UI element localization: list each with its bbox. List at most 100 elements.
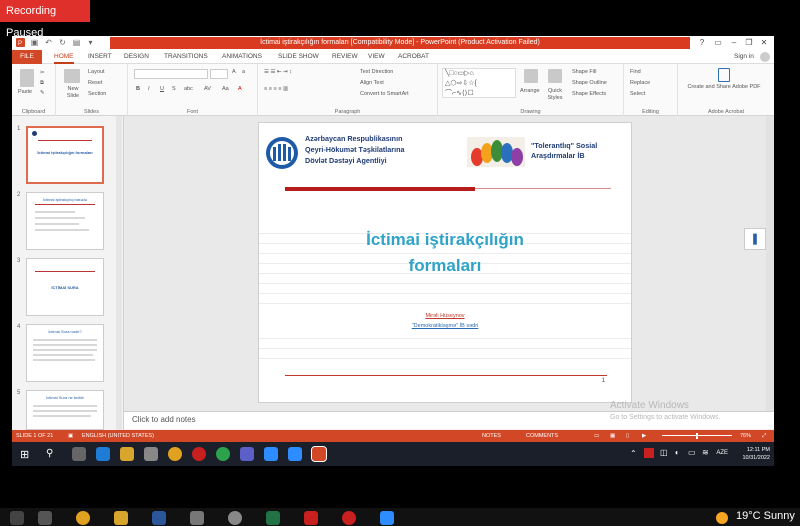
paste-button[interactable]: Paste: [18, 89, 32, 95]
tab-insert[interactable]: INSERT: [88, 50, 112, 64]
shadow-icon[interactable]: S: [172, 86, 176, 92]
host-word-icon[interactable]: [152, 511, 166, 525]
change-case-icon[interactable]: Aa: [222, 86, 229, 92]
tab-slide-show[interactable]: SLIDE SHOW: [278, 50, 319, 64]
host-excel-icon[interactable]: [266, 511, 280, 525]
sign-in-link[interactable]: Sign in: [734, 50, 754, 64]
powerpoint-taskbar-icon[interactable]: [311, 446, 327, 462]
bookmark-icon[interactable]: ❚: [744, 228, 766, 250]
customize-toolbar-icon[interactable]: ▾: [86, 38, 95, 47]
tab-animations[interactable]: ANIMATIONS: [222, 50, 262, 64]
tab-design[interactable]: DESIGN: [124, 50, 149, 64]
help-button[interactable]: ?: [696, 37, 708, 49]
font-name-select[interactable]: [134, 69, 208, 79]
thumbnails-scrollbar[interactable]: [116, 116, 122, 430]
shape-outline-button[interactable]: Shape Outline: [572, 80, 607, 86]
bold-icon[interactable]: B: [136, 86, 140, 92]
notes-button[interactable]: NOTES: [482, 430, 501, 442]
grow-font-icon[interactable]: A: [232, 69, 236, 75]
canvas-scrollbar[interactable]: [766, 116, 774, 411]
spell-check-icon[interactable]: ▣: [68, 430, 73, 442]
tab-transitions[interactable]: TRANSITIONS: [164, 50, 208, 64]
tray-volume-icon[interactable]: ◖: [674, 448, 679, 457]
tray-battery-icon[interactable]: ▭: [688, 448, 696, 457]
host-start-icon[interactable]: [10, 511, 24, 525]
reading-view-icon[interactable]: ▯: [626, 430, 629, 442]
avatar[interactable]: [760, 52, 770, 62]
host-task-view-icon[interactable]: [38, 511, 52, 525]
language-indicator[interactable]: AZE: [716, 450, 728, 456]
underline-icon[interactable]: U: [160, 86, 164, 92]
convert-smartart-button[interactable]: Convert to SmartArt: [360, 91, 409, 97]
comments-button[interactable]: COMMENTS: [526, 430, 558, 442]
host-file-explorer-icon[interactable]: [114, 511, 128, 525]
select-button[interactable]: Select: [630, 91, 645, 97]
zoom-app-icon[interactable]: [264, 447, 278, 461]
weather-widget[interactable]: 19°C Sunny: [736, 510, 795, 522]
zoom-slider-thumb[interactable]: [696, 433, 698, 439]
tab-review[interactable]: REVIEW: [332, 50, 358, 64]
redo-icon[interactable]: ↻: [58, 38, 67, 47]
shape-effects-button[interactable]: Shape Effects: [572, 91, 606, 97]
fit-slide-icon[interactable]: ⤢: [762, 430, 766, 442]
slide-thumbnail-2[interactable]: İctimai iştirakçılıq barədə: [26, 192, 104, 250]
tray-wifi-icon[interactable]: ≋: [702, 448, 709, 457]
restore-icon[interactable]: ❐: [743, 37, 755, 49]
tab-acrobat[interactable]: ACROBAT: [398, 50, 429, 64]
host-zoom-icon[interactable]: [380, 511, 394, 525]
arrange-button[interactable]: Arrange: [520, 88, 540, 94]
align-text-button[interactable]: Align Text: [360, 80, 384, 86]
shrink-font-icon[interactable]: a: [242, 69, 245, 75]
slide-thumbnail-1[interactable]: İctimai iştirakçılığın formaları: [26, 126, 104, 184]
new-slide-button[interactable]: New Slide: [62, 86, 84, 100]
ribbon-display-icon[interactable]: ▭: [712, 37, 724, 49]
tab-home[interactable]: HOME: [54, 50, 74, 64]
system-clock[interactable]: 12:11 PM 10/31/2022: [742, 446, 770, 462]
start-slideshow-icon[interactable]: ▤: [72, 38, 81, 47]
paint-icon[interactable]: [144, 447, 158, 461]
slide-thumbnail-4[interactable]: İctimai Sura nədir?: [26, 324, 104, 382]
tab-view[interactable]: VIEW: [368, 50, 385, 64]
file-explorer-icon[interactable]: [120, 447, 134, 461]
slide-thumbnail-5[interactable]: İctimai Sura ne tedbir: [26, 390, 104, 430]
search-icon[interactable]: ⚲: [46, 448, 53, 459]
section-button[interactable]: Section: [88, 91, 106, 97]
opera-icon[interactable]: [192, 447, 206, 461]
language-status[interactable]: ENGLISH (UNITED STATES): [82, 430, 154, 442]
slide-sorter-icon[interactable]: ▦: [610, 430, 615, 442]
text-direction-button[interactable]: Text Direction: [360, 69, 393, 75]
host-calculator-icon[interactable]: [190, 511, 204, 525]
format-painter-icon[interactable]: ✎: [40, 90, 45, 96]
copy-icon[interactable]: ⧉: [40, 80, 44, 87]
current-slide[interactable]: Azərbaycan Respublikasının Qeyri-Hökumət…: [258, 122, 632, 403]
save-icon[interactable]: ▣: [30, 38, 39, 47]
bullets-icon[interactable]: ☰ ☰ ⇤ ⇥ ↕: [264, 69, 292, 75]
tray-adobe-icon[interactable]: [644, 448, 654, 458]
host-acrobat-icon[interactable]: [304, 511, 318, 525]
tray-chevron-icon[interactable]: ⌃: [630, 449, 637, 458]
minimize-icon[interactable]: –: [728, 37, 740, 49]
quick-styles-button[interactable]: Quick Styles: [544, 88, 566, 102]
strikethrough-icon[interactable]: abc: [184, 86, 193, 92]
reset-button[interactable]: Reset: [88, 80, 102, 86]
zoom-level[interactable]: 76%: [740, 430, 751, 442]
char-spacing-icon[interactable]: AV: [204, 86, 211, 92]
zoom-meeting-icon[interactable]: [288, 447, 302, 461]
undo-icon[interactable]: ↶: [44, 38, 53, 47]
shape-fill-button[interactable]: Shape Fill: [572, 69, 596, 75]
slideshow-view-icon[interactable]: ▶: [642, 430, 646, 442]
italic-icon[interactable]: I: [148, 86, 150, 92]
layout-button[interactable]: Layout: [88, 69, 105, 75]
edge-icon[interactable]: [96, 447, 110, 461]
cut-icon[interactable]: ✂: [40, 70, 45, 76]
shapes-gallery[interactable]: ╲□○▭▷⌂ △⬡⇨⇩☆{⌒⌐∿⟨⟩☐: [442, 68, 516, 98]
tab-file[interactable]: FILE: [12, 50, 42, 64]
font-size-select[interactable]: [210, 69, 228, 79]
windows-start-icon[interactable]: ⊞: [20, 448, 29, 461]
author-org-link[interactable]: "Demokratikləşmə" İB sədri: [412, 323, 479, 329]
slide-thumbnail-3[interactable]: İCTİMAİ SURA: [26, 258, 104, 316]
align-icons[interactable]: ≡ ≡ ≡ ≡ ▥: [264, 86, 288, 92]
font-color-icon[interactable]: A: [238, 86, 242, 92]
teams-icon[interactable]: [240, 447, 254, 461]
chrome-icon[interactable]: [168, 447, 182, 461]
